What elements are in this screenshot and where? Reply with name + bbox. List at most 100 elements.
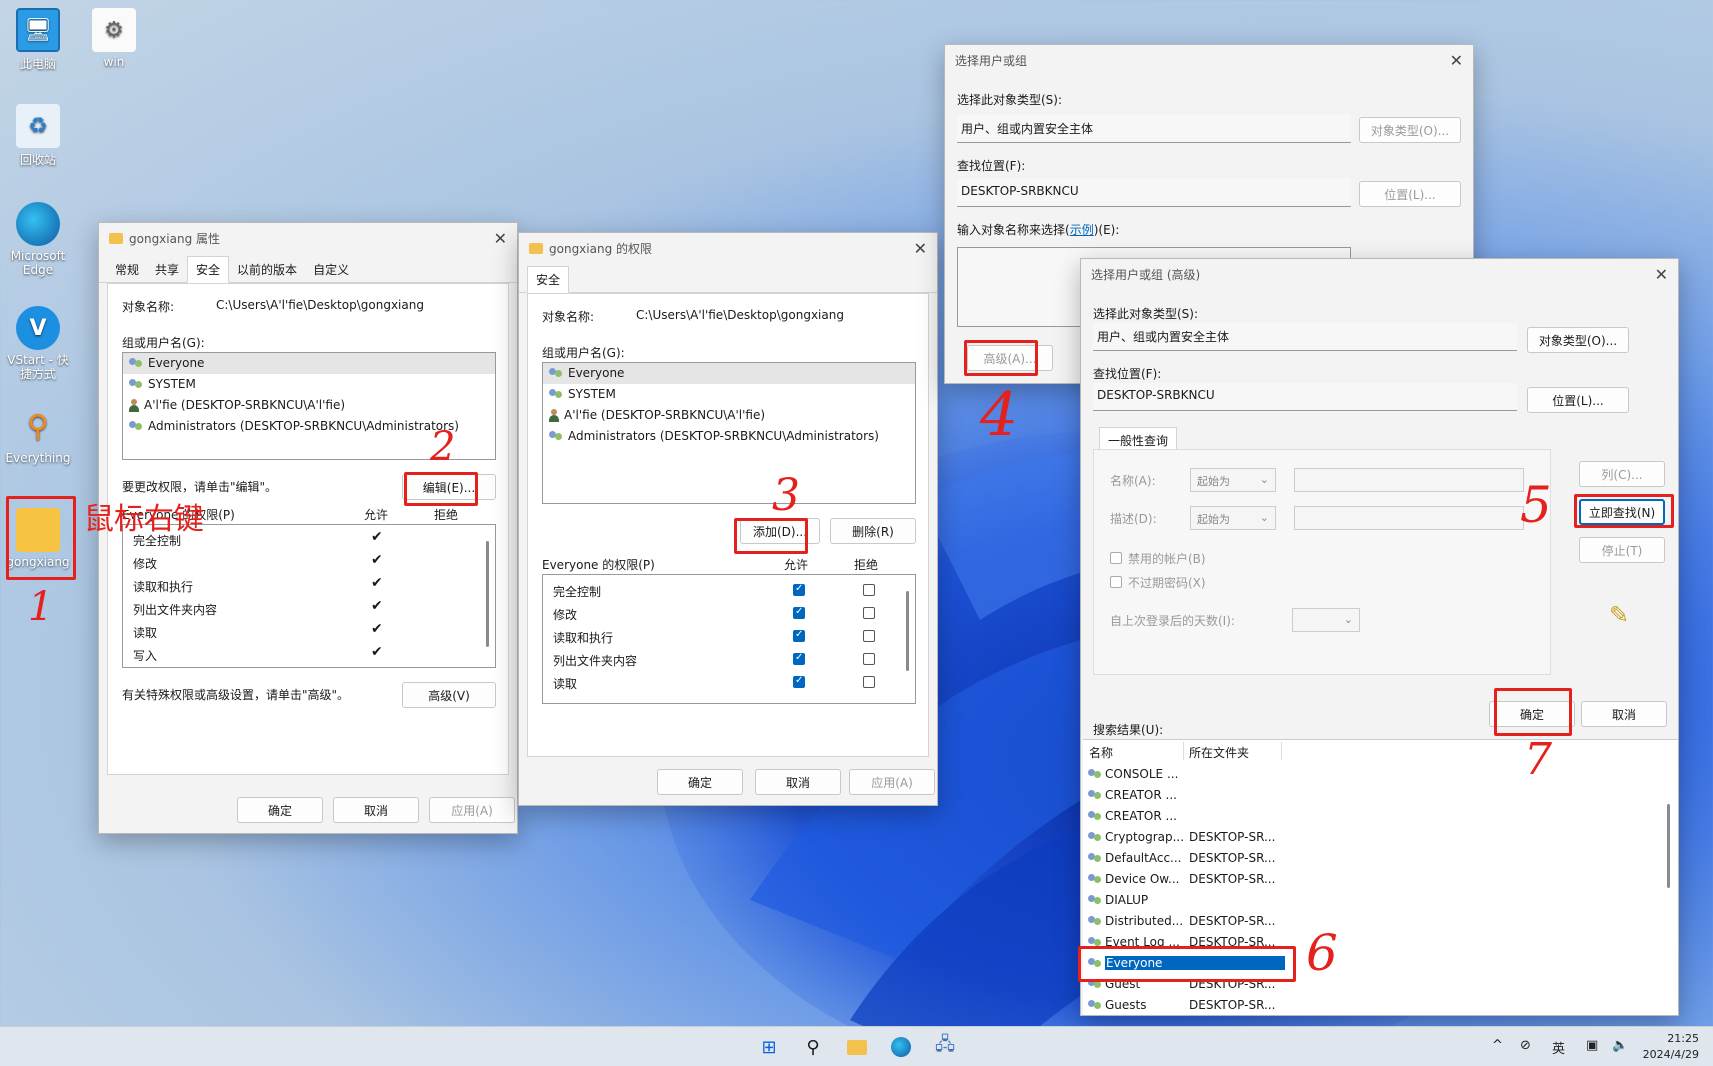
list-item[interactable]: Everyone bbox=[123, 353, 495, 374]
desktop-icon-win[interactable]: ⚙ win bbox=[78, 8, 150, 69]
tab-general[interactable]: 常规 bbox=[107, 257, 147, 282]
advanced-titlebar: 选择用户或组 (高级) ✕ bbox=[1081, 259, 1678, 289]
monitor-icon: 🖥 bbox=[16, 8, 60, 52]
disabled-accounts-label: 禁用的帐户(B) bbox=[1128, 552, 1206, 566]
result-name: CREATOR ... bbox=[1105, 809, 1177, 823]
deny-checkbox[interactable] bbox=[863, 584, 875, 596]
table-row[interactable]: CREATOR ... bbox=[1083, 785, 1643, 806]
allow-checkbox[interactable] bbox=[793, 606, 805, 619]
description-input[interactable] bbox=[1294, 506, 1524, 530]
security-panel: 对象名称: C:\Users\A'l'fie\Desktop\gongxiang… bbox=[527, 293, 929, 757]
stop-button[interactable]: 停止(T) bbox=[1579, 537, 1665, 563]
perm-row: 读取 bbox=[133, 626, 158, 640]
search-icon[interactable]: ⚲ bbox=[800, 1035, 826, 1059]
result-name: DIALUP bbox=[1105, 893, 1149, 907]
table-row[interactable]: DIALUP bbox=[1083, 890, 1643, 911]
tab-security[interactable]: 安全 bbox=[187, 256, 230, 283]
desktop-icon-vstart[interactable]: V VStart - 快捷方式 bbox=[2, 306, 74, 381]
table-row[interactable]: CONSOLE ... bbox=[1083, 764, 1643, 785]
volume-icon[interactable]: 🔈 bbox=[1612, 1038, 1628, 1053]
apply-button[interactable]: 应用(A) bbox=[849, 769, 935, 795]
table-row[interactable]: CREATOR ... bbox=[1083, 806, 1643, 827]
apply-button[interactable]: 应用(A) bbox=[429, 797, 515, 823]
tray-chevron-icon[interactable]: ^ bbox=[1492, 1038, 1503, 1053]
object-types-button[interactable]: 对象类型(O)... bbox=[1359, 117, 1461, 143]
allow-checkbox[interactable] bbox=[793, 583, 805, 596]
tab-customize[interactable]: 自定义 bbox=[305, 257, 357, 282]
disabled-accounts-checkbox[interactable] bbox=[1110, 552, 1122, 564]
chevron-down-icon: ⌄ bbox=[1259, 511, 1269, 524]
ime-indicator[interactable]: 英 bbox=[1552, 1038, 1565, 1057]
advanced-button[interactable]: 高级(V) bbox=[402, 682, 496, 708]
desktop-icon-edge[interactable]: Microsoft Edge bbox=[2, 202, 74, 277]
taskbar: ⊞ ⚲ 🖧 ^ ⊘ 英 ▣ 🔈 21:25 2024/4/29 bbox=[0, 1026, 1713, 1066]
ok-button[interactable]: 确定 bbox=[657, 769, 743, 795]
table-row[interactable]: Guests DESKTOP-SR... bbox=[1083, 995, 1643, 1015]
locations-button[interactable]: 位置(L)... bbox=[1359, 181, 1461, 207]
name-match-select[interactable]: 起始为 ⌄ bbox=[1190, 468, 1276, 492]
list-item[interactable]: SYSTEM bbox=[123, 374, 495, 395]
tab-previous-versions[interactable]: 以前的版本 bbox=[229, 257, 305, 282]
scrollbar[interactable] bbox=[1667, 804, 1670, 888]
cancel-button[interactable]: 取消 bbox=[1581, 701, 1667, 727]
table-row[interactable]: Device Ow... DESKTOP-SR... bbox=[1083, 869, 1643, 890]
permissions-titlebar: gongxiang 的权限 ✕ bbox=[519, 233, 937, 263]
close-icon[interactable]: ✕ bbox=[1655, 265, 1668, 284]
desc-match-select[interactable]: 起始为 ⌄ bbox=[1190, 506, 1276, 530]
object-types-button[interactable]: 对象类型(O)... bbox=[1527, 327, 1629, 353]
deny-checkbox[interactable] bbox=[863, 607, 875, 619]
list-item[interactable]: Administrators (DESKTOP-SRBKNCU\Administ… bbox=[543, 426, 915, 447]
table-row[interactable]: DefaultAcc... DESKTOP-SR... bbox=[1083, 848, 1643, 869]
users-icon bbox=[128, 378, 144, 391]
allow-checkbox[interactable] bbox=[793, 652, 805, 665]
column-divider bbox=[1281, 742, 1282, 760]
days-select[interactable]: ⌄ bbox=[1292, 608, 1360, 632]
table-row[interactable]: Distributed... DESKTOP-SR... bbox=[1083, 911, 1643, 932]
permission-table: 完全控制 修改 读取和执行 列出文件夹内容 读取 bbox=[542, 574, 916, 704]
annotation-box-3 bbox=[734, 518, 808, 554]
scrollbar[interactable] bbox=[906, 591, 909, 671]
desktop-icon-everything[interactable]: ⚲ Everything bbox=[2, 404, 74, 466]
table-row[interactable]: Cryptograp... DESKTOP-SR... bbox=[1083, 827, 1643, 848]
list-item[interactable]: A'l'fie (DESKTOP-SRBKNCU\A'l'fie) bbox=[543, 405, 915, 426]
deny-checkbox[interactable] bbox=[863, 630, 875, 642]
network-app-icon[interactable]: 🖧 bbox=[932, 1034, 958, 1059]
close-icon[interactable]: ✕ bbox=[1450, 51, 1463, 70]
edge-icon[interactable] bbox=[888, 1035, 914, 1059]
desktop-icon-this-pc[interactable]: 🖥 此电脑 bbox=[2, 8, 74, 72]
close-icon[interactable]: ✕ bbox=[494, 229, 507, 248]
column-header-folder[interactable]: 所在文件夹 bbox=[1189, 744, 1249, 761]
tab-security[interactable]: 安全 bbox=[527, 266, 570, 293]
tray-sync-icon[interactable]: ⊘ bbox=[1520, 1038, 1531, 1053]
windows-start-icon[interactable]: ⊞ bbox=[756, 1035, 782, 1059]
file-explorer-icon[interactable] bbox=[844, 1035, 870, 1059]
remove-button[interactable]: 删除(R) bbox=[830, 518, 916, 544]
desktop-icon-recycle-bin[interactable]: ♻ 回收站 bbox=[2, 104, 74, 168]
non-expiring-checkbox[interactable] bbox=[1110, 576, 1122, 588]
list-item[interactable]: SYSTEM bbox=[543, 384, 915, 405]
locations-button[interactable]: 位置(L)... bbox=[1527, 387, 1629, 413]
columns-button[interactable]: 列(C)... bbox=[1579, 461, 1665, 487]
network-icon[interactable]: ▣ bbox=[1586, 1038, 1598, 1053]
clock[interactable]: 21:25 2024/4/29 bbox=[1643, 1031, 1699, 1063]
list-item[interactable]: Everyone bbox=[543, 363, 915, 384]
scrollbar[interactable] bbox=[486, 541, 489, 647]
permission-table: 完全控制 修改 读取和执行 列出文件夹内容 读取 写入 ✔ ✔ ✔ ✔ ✔ ✔ bbox=[122, 524, 496, 668]
allow-checkbox[interactable] bbox=[793, 675, 805, 688]
tab-sharing[interactable]: 共享 bbox=[147, 257, 187, 282]
deny-checkbox[interactable] bbox=[863, 676, 875, 688]
close-icon[interactable]: ✕ bbox=[914, 239, 927, 258]
examples-link[interactable]: 示例 bbox=[1070, 223, 1094, 237]
ok-button[interactable]: 确定 bbox=[237, 797, 323, 823]
object-name-value: C:\Users\A'l'fie\Desktop\gongxiang bbox=[216, 298, 424, 312]
column-header-name[interactable]: 名称 bbox=[1089, 744, 1113, 761]
name-input[interactable] bbox=[1294, 468, 1524, 492]
deny-checkbox[interactable] bbox=[863, 653, 875, 665]
result-name: DefaultAcc... bbox=[1105, 851, 1182, 865]
user-list[interactable]: Everyone SYSTEM A'l'fie (DESKTOP-SRBKNCU… bbox=[542, 362, 916, 504]
user-icon bbox=[548, 409, 560, 422]
allow-checkbox[interactable] bbox=[793, 629, 805, 642]
cancel-button[interactable]: 取消 bbox=[333, 797, 419, 823]
list-item[interactable]: A'l'fie (DESKTOP-SRBKNCU\A'l'fie) bbox=[123, 395, 495, 416]
cancel-button[interactable]: 取消 bbox=[755, 769, 841, 795]
